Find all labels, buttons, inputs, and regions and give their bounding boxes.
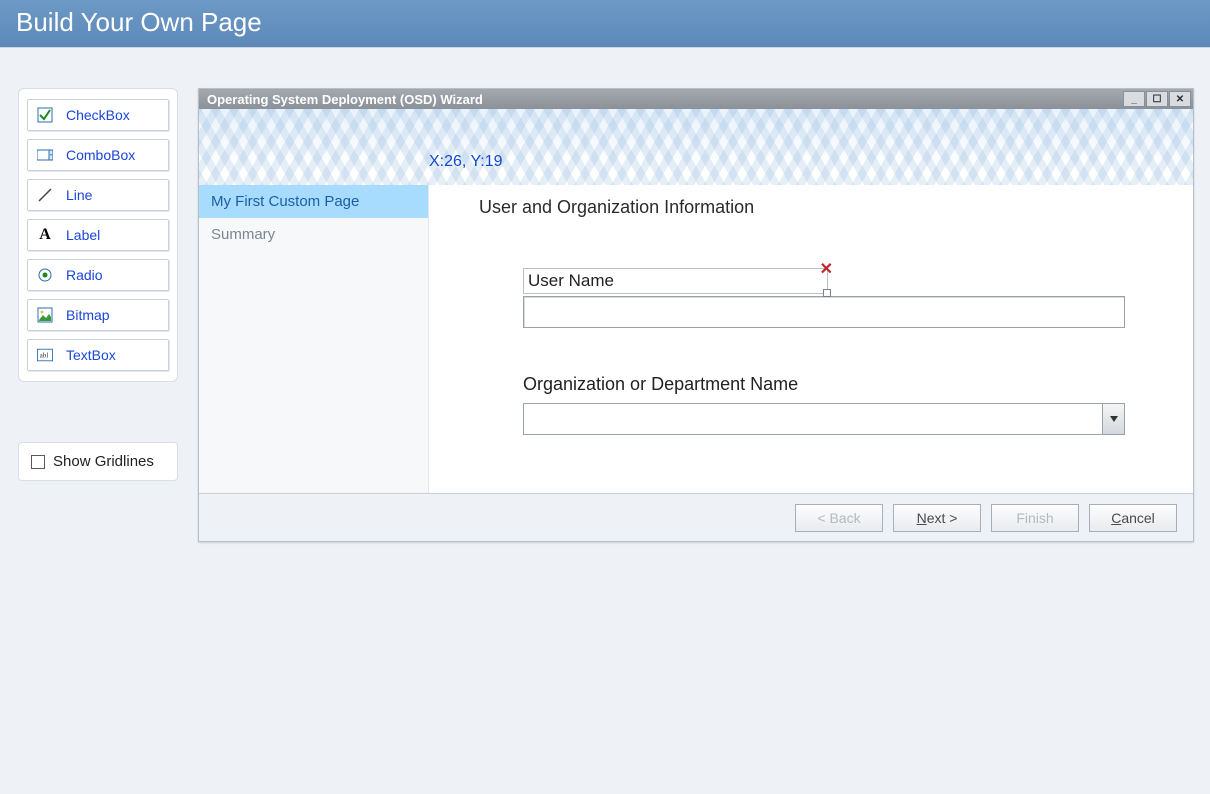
wizard-steps-nav: My First Custom Page Summary (199, 185, 429, 493)
wizard-footer: < Back Next > Finish Cancel (199, 493, 1193, 541)
palette-item-combobox[interactable]: ComboBox (27, 139, 169, 171)
coordinate-readout: X:26, Y:19 (429, 153, 503, 171)
cancel-button[interactable]: Cancel (1089, 504, 1177, 532)
palette-label: CheckBox (66, 107, 130, 123)
checkbox-icon (36, 106, 54, 124)
wizard-content-canvas[interactable]: User and Organization Information User N… (429, 185, 1193, 493)
wizard-window: Operating System Deployment (OSD) Wizard… (198, 88, 1194, 542)
user-name-label-control[interactable]: User Name ✕ (523, 268, 828, 294)
chevron-down-icon (1110, 416, 1118, 422)
work-area: CheckBox ComboBox Line A Label (0, 48, 1210, 542)
banner-title: Build Your Own Page (16, 7, 262, 38)
palette-item-radio[interactable]: Radio (27, 259, 169, 291)
minimize-button[interactable]: _ (1123, 91, 1145, 107)
maximize-button[interactable]: ☐ (1146, 91, 1168, 107)
finish-button[interactable]: Finish (991, 504, 1079, 532)
textbox-icon: abl (36, 346, 54, 364)
line-icon (36, 186, 54, 204)
combobox-dropdown-button[interactable] (1102, 404, 1124, 434)
wizard-body: My First Custom Page Summary User and Or… (199, 185, 1193, 493)
wizard-title-text: Operating System Deployment (OSD) Wizard (207, 92, 483, 107)
close-button[interactable]: ✕ (1169, 91, 1191, 107)
back-button[interactable]: < Back (795, 504, 883, 532)
control-palette: CheckBox ComboBox Line A Label (18, 88, 178, 382)
palette-item-textbox[interactable]: abl TextBox (27, 339, 169, 371)
gridlines-label: Show Gridlines (53, 453, 154, 470)
palette-label: Radio (66, 267, 103, 283)
organization-block: Organization or Department Name (523, 374, 1157, 435)
palette-item-checkbox[interactable]: CheckBox (27, 99, 169, 131)
delete-control-icon[interactable]: ✕ (820, 259, 833, 279)
bitmap-icon (36, 306, 54, 324)
organization-combobox-value[interactable] (524, 404, 1102, 434)
palette-label: Bitmap (66, 307, 110, 323)
palette-item-bitmap[interactable]: Bitmap (27, 299, 169, 331)
user-name-label-text: User Name (528, 271, 614, 291)
palette-label: Label (66, 227, 100, 243)
palette-label: TextBox (66, 347, 116, 363)
resize-handle-icon[interactable] (823, 289, 831, 297)
next-button[interactable]: Next > (893, 504, 981, 532)
palette-item-line[interactable]: Line (27, 179, 169, 211)
user-name-input[interactable] (523, 296, 1125, 328)
user-name-block: User Name ✕ (523, 268, 1157, 328)
wizard-header-graphic: X:26, Y:19 (199, 109, 1193, 185)
palette-item-label[interactable]: A Label (27, 219, 169, 251)
organization-combobox[interactable] (523, 403, 1125, 435)
wizard-step-summary[interactable]: Summary (199, 218, 428, 251)
page-banner: Build Your Own Page (0, 0, 1210, 48)
combobox-icon (36, 146, 54, 164)
radio-icon (36, 266, 54, 284)
svg-text:abl: abl (40, 352, 49, 360)
show-gridlines-option[interactable]: Show Gridlines (18, 442, 178, 481)
organization-label: Organization or Department Name (523, 374, 1157, 395)
label-icon: A (36, 226, 54, 244)
content-heading: User and Organization Information (479, 197, 1157, 218)
wizard-titlebar[interactable]: Operating System Deployment (OSD) Wizard… (199, 89, 1193, 109)
gridlines-checkbox[interactable] (31, 455, 45, 469)
wizard-step-my-first-custom-page[interactable]: My First Custom Page (199, 185, 428, 218)
palette-label: ComboBox (66, 147, 135, 163)
left-column: CheckBox ComboBox Line A Label (18, 88, 178, 542)
palette-label: Line (66, 187, 92, 203)
